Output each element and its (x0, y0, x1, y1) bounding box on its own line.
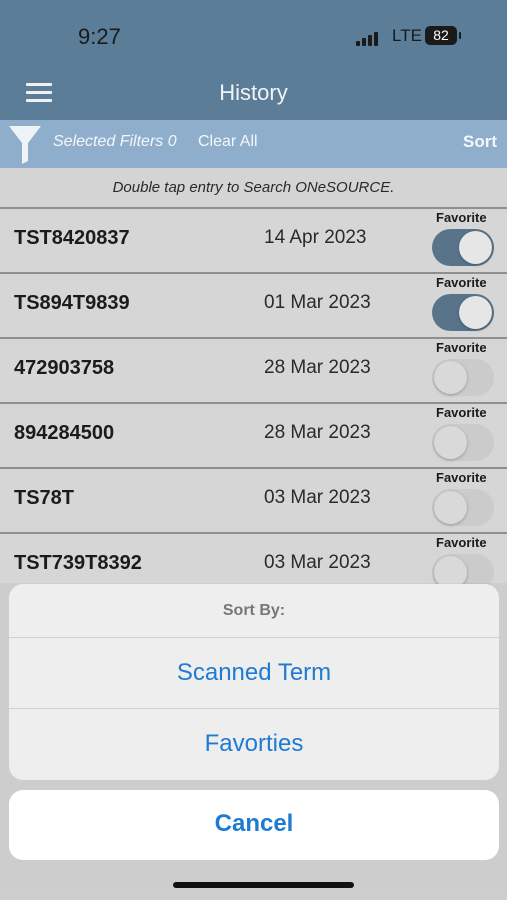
toggle-knob (459, 231, 492, 264)
history-row[interactable]: 894284500 28 Mar 2023 Favorite (0, 402, 507, 467)
battery-tip (459, 32, 461, 39)
toggle-knob (434, 426, 467, 459)
scanned-term: TS78T (14, 487, 75, 509)
favorite-toggle[interactable] (432, 424, 494, 461)
favorite-label: Favorite (436, 210, 487, 225)
favorite-label: Favorite (436, 340, 487, 355)
scanned-term: TST8420837 (14, 227, 130, 249)
network-type: LTE (392, 26, 422, 45)
toggle-knob (434, 361, 467, 394)
battery-icon: 82 (425, 26, 457, 45)
toggle-knob (459, 296, 492, 329)
clear-all-button[interactable]: Clear All (198, 133, 258, 151)
favorite-label: Favorite (436, 275, 487, 290)
favorite-toggle[interactable] (432, 489, 494, 526)
page-title: History (219, 80, 288, 105)
home-indicator[interactable] (173, 882, 354, 888)
favorite-toggle[interactable] (432, 229, 494, 266)
nav-bar: History (0, 70, 507, 120)
favorite-label: Favorite (436, 470, 487, 485)
double-tap-hint: Double tap entry to Search ONeSOURCE. (0, 169, 507, 207)
favorite-label: Favorite (436, 405, 487, 420)
sort-option-scanned-term[interactable]: Scanned Term (9, 637, 499, 708)
history-row[interactable]: TST8420837 14 Apr 2023 Favorite (0, 207, 507, 272)
filter-bar: Selected Filters 0 Clear All Sort (0, 120, 507, 168)
favorite-toggle[interactable] (432, 359, 494, 396)
scanned-term: TST739T8392 (14, 552, 142, 574)
selected-filters-label[interactable]: Selected Filters 0 (53, 133, 177, 151)
sort-sheet-title: Sort By: (222, 602, 286, 619)
status-bar: 9:27 LTE 82 (0, 0, 507, 70)
scan-date: 01 Mar 2023 (264, 292, 371, 313)
history-row[interactable]: TS78T 03 Mar 2023 Favorite (0, 467, 507, 532)
scanned-term: 894284500 (14, 422, 115, 444)
sort-option-favorites[interactable]: Favorties (9, 708, 499, 779)
scan-date: 28 Mar 2023 (264, 422, 371, 443)
scan-date: 03 Mar 2023 (264, 552, 371, 573)
toggle-knob (434, 491, 467, 524)
sort-button[interactable]: Sort (463, 132, 497, 152)
scan-date: 14 Apr 2023 (264, 227, 367, 248)
status-time: 9:27 (78, 24, 121, 49)
signal-strength-icon (356, 30, 384, 46)
sort-action-sheet: Sort By: Scanned Term Favorties (9, 584, 499, 780)
scan-date: 28 Mar 2023 (264, 357, 371, 378)
funnel-icon[interactable] (8, 124, 42, 164)
favorite-label: Favorite (436, 535, 487, 550)
scan-date: 03 Mar 2023 (264, 487, 371, 508)
history-row[interactable]: TS894T9839 01 Mar 2023 Favorite (0, 272, 507, 337)
favorite-toggle[interactable] (432, 294, 494, 331)
cancel-button[interactable]: Cancel (9, 790, 499, 860)
history-row[interactable]: 472903758 28 Mar 2023 Favorite (0, 337, 507, 402)
scanned-term: 472903758 (14, 357, 115, 379)
scanned-term: TS894T9839 (14, 292, 130, 314)
